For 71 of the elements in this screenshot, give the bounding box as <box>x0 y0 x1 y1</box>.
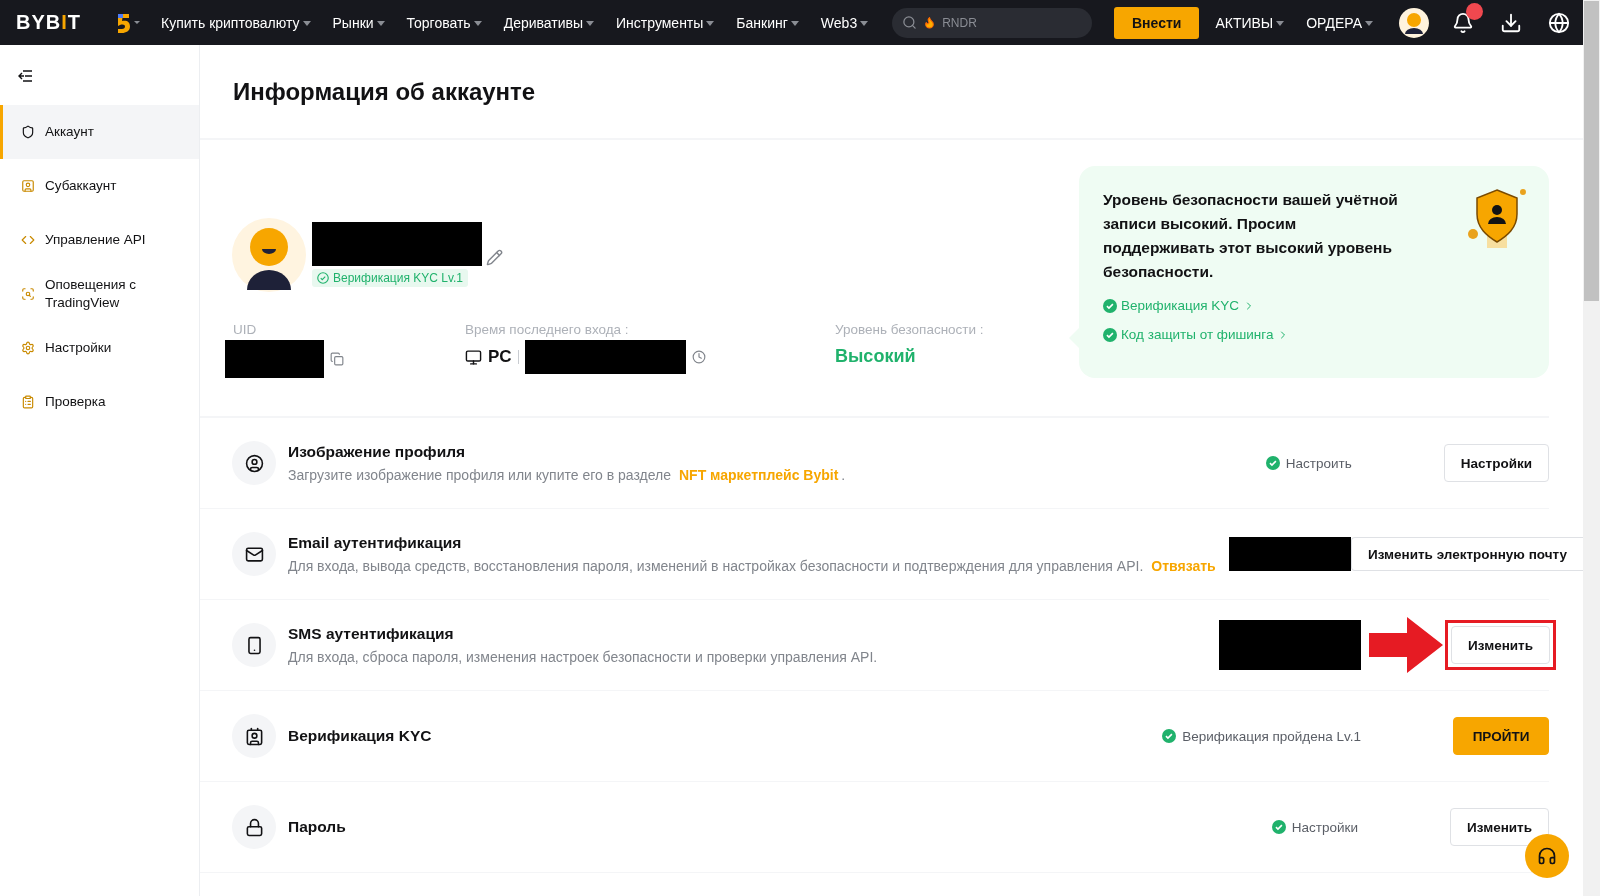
mail-icon <box>232 532 276 576</box>
sidebar-item[interactable]: Проверка <box>0 375 199 429</box>
support-headset-icon[interactable] <box>1525 834 1569 878</box>
check-icon <box>1162 729 1177 743</box>
sidebar-item[interactable]: Настройки <box>0 321 199 375</box>
monitor-icon <box>465 348 482 366</box>
page-title: Информация об аккаунте <box>233 77 536 106</box>
user-icon <box>21 179 35 193</box>
status-label: Настройки <box>1271 819 1359 835</box>
status-label: Настроить <box>1265 455 1352 471</box>
edit-icon[interactable] <box>486 249 503 266</box>
row-title: Email аутентификация <box>288 534 463 552</box>
security-level-value: Высокий <box>834 346 917 367</box>
nav-menu-item[interactable]: Web3 <box>820 14 869 31</box>
sidebar-item[interactable]: Оповещения с TradingView <box>0 267 199 321</box>
deposit-button[interactable]: Внести <box>1113 6 1200 39</box>
collapse-menu-icon[interactable] <box>18 70 32 82</box>
user-circle-icon <box>232 441 276 485</box>
five-badge-icon[interactable] <box>115 11 141 34</box>
check-icon <box>1103 327 1117 342</box>
id-card-icon <box>232 714 276 758</box>
nav-menu-item[interactable]: Купить криптовалюту <box>161 14 311 31</box>
scrollbar[interactable] <box>1583 0 1600 896</box>
nav-menu-item[interactable]: Торговать <box>406 14 482 31</box>
nav-menu-item[interactable]: Инструменты <box>616 14 715 31</box>
security-level-label: Уровень безопасности : <box>834 322 985 337</box>
bybit-logo[interactable]: BYBIT <box>16 11 81 34</box>
nav-menu-item[interactable]: АКТИВЫ <box>1215 14 1285 31</box>
sidebar-item[interactable]: Аккаунт <box>0 105 199 159</box>
row-title: Пароль <box>288 818 347 836</box>
clock-icon <box>691 350 706 364</box>
clipboard-icon <box>21 395 35 409</box>
nav-menu-item[interactable]: ОРДЕРА <box>1306 14 1374 31</box>
row-description: Для входа, вывода средств, восстановления пароля, изменений в настройках безопасности и подтверждения для управления API. Отвязать <box>288 558 1217 574</box>
settings-icon <box>21 341 35 355</box>
search-field[interactable]: RNDR <box>892 7 1092 38</box>
check-icon <box>1103 298 1117 313</box>
device-name: PC <box>488 347 512 367</box>
shield-icon <box>21 125 35 139</box>
action-button[interactable]: ПРОЙТИ <box>1453 717 1549 755</box>
kyc-badge: Верификация KYC Lv.1 <box>312 269 469 287</box>
action-button[interactable]: Изменить <box>1451 626 1550 664</box>
phone-icon <box>232 623 276 667</box>
nav-menu-item[interactable]: Банкинг <box>736 14 799 31</box>
sidebar-item[interactable]: Субаккаунт <box>0 159 199 213</box>
lock-icon <box>232 805 276 849</box>
sidebar-item[interactable]: Управление API <box>0 213 199 267</box>
notification-badge <box>1466 2 1484 20</box>
row-title: Изображение профиля <box>288 443 467 461</box>
last-login-label: Время последнего входа : <box>464 322 630 337</box>
row-title: Верификация KYC <box>288 727 433 745</box>
nav-menu-item[interactable]: Деривативы <box>503 14 595 31</box>
copy-icon[interactable] <box>330 352 344 366</box>
avatar-icon[interactable] <box>1399 7 1430 38</box>
status-label: Верификация пройдена Lv.1 <box>1162 728 1361 744</box>
uid-label: UID <box>232 322 258 337</box>
action-button[interactable]: Настройки <box>1443 444 1549 482</box>
code-icon <box>21 233 35 247</box>
nav-menu-item[interactable]: Рынки <box>332 14 385 31</box>
search-icon <box>902 15 918 30</box>
flame-icon <box>923 16 937 29</box>
action-button[interactable]: Изменить <box>1450 808 1549 846</box>
check-icon <box>1265 456 1280 470</box>
row-description: Для входа, сброса пароля, изменения настроек безопасности и проверки управления API. <box>288 649 879 665</box>
check-icon <box>1271 820 1286 834</box>
scan-icon <box>21 287 35 301</box>
security-message: Уровень безопасности вашей учётной записи высокий. Просим поддерживать этот высокий уровень безопасности. <box>1103 190 1399 282</box>
row-title: SMS аутентификация <box>288 625 455 643</box>
action-button[interactable]: Изменить электронную почту <box>1350 537 1583 571</box>
row-description: Загрузите изображение профиля или купите его в разделе NFT маркетплейс Bybit . <box>288 467 847 483</box>
shield-drawing <box>1465 188 1527 250</box>
